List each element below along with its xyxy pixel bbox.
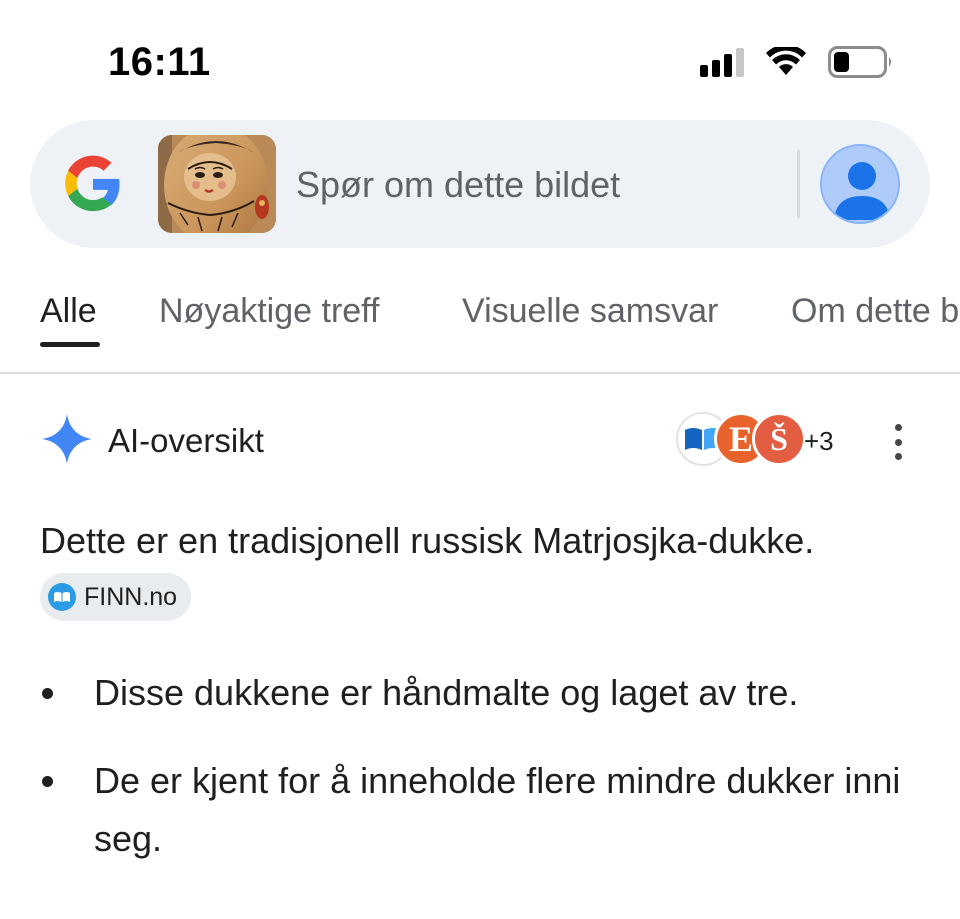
more-sources-count[interactable]: +3 <box>804 426 834 457</box>
tab-om-dette-bildet[interactable]: Om dette b <box>791 292 959 331</box>
search-tabs: Alle Nøyaktige treff Visuelle samsvar Om… <box>0 280 960 374</box>
citation-chip-label: FINN.no <box>84 583 178 612</box>
battery-icon <box>828 46 891 78</box>
s-source-icon[interactable]: Š <box>752 412 806 466</box>
citation-chip[interactable]: FINN.no <box>40 573 192 622</box>
active-tab-indicator <box>40 342 100 347</box>
tab-alle[interactable]: Alle <box>40 292 97 331</box>
wifi-icon <box>766 47 806 75</box>
cellular-signal-icon <box>700 47 744 77</box>
matryoshka-doll-image <box>158 135 276 233</box>
account-avatar-icon[interactable] <box>820 144 900 224</box>
intro-text: Dette er en tradisjonell russisk Matrjos… <box>40 520 815 561</box>
tab-visuelle-samsvar[interactable]: Visuelle samsvar <box>462 292 718 331</box>
ai-overview-header: AI-oversikt E Š +3 <box>0 410 960 474</box>
google-g-icon[interactable] <box>62 153 124 215</box>
status-bar: 16:11 <box>0 0 960 110</box>
list-item: De er kjent for å inneholde flere mindre… <box>40 752 940 868</box>
tab-noyaktige-treff[interactable]: Nøyaktige treff <box>159 292 379 331</box>
ai-overview-intro: Dette er en tradisjonell russisk Matrjos… <box>40 512 920 628</box>
search-bar[interactable]: Spør om dette bildet <box>30 120 930 248</box>
book-icon <box>48 583 76 612</box>
ai-sparkle-icon <box>42 414 92 464</box>
ai-overview-bullets: Disse dukkene er håndmalte og laget av t… <box>40 664 940 898</box>
source-icons[interactable]: E Š <box>676 412 806 466</box>
more-options-icon[interactable] <box>888 424 908 460</box>
search-divider <box>797 150 800 218</box>
status-time: 16:11 <box>108 40 211 84</box>
matryoshka-doll-thumbnail[interactable] <box>158 135 276 233</box>
search-input[interactable]: Spør om dette bildet <box>296 164 620 206</box>
list-item: Disse dukkene er håndmalte og laget av t… <box>40 664 940 722</box>
status-icons <box>700 46 894 78</box>
ai-overview-title: AI-oversikt <box>108 422 264 459</box>
